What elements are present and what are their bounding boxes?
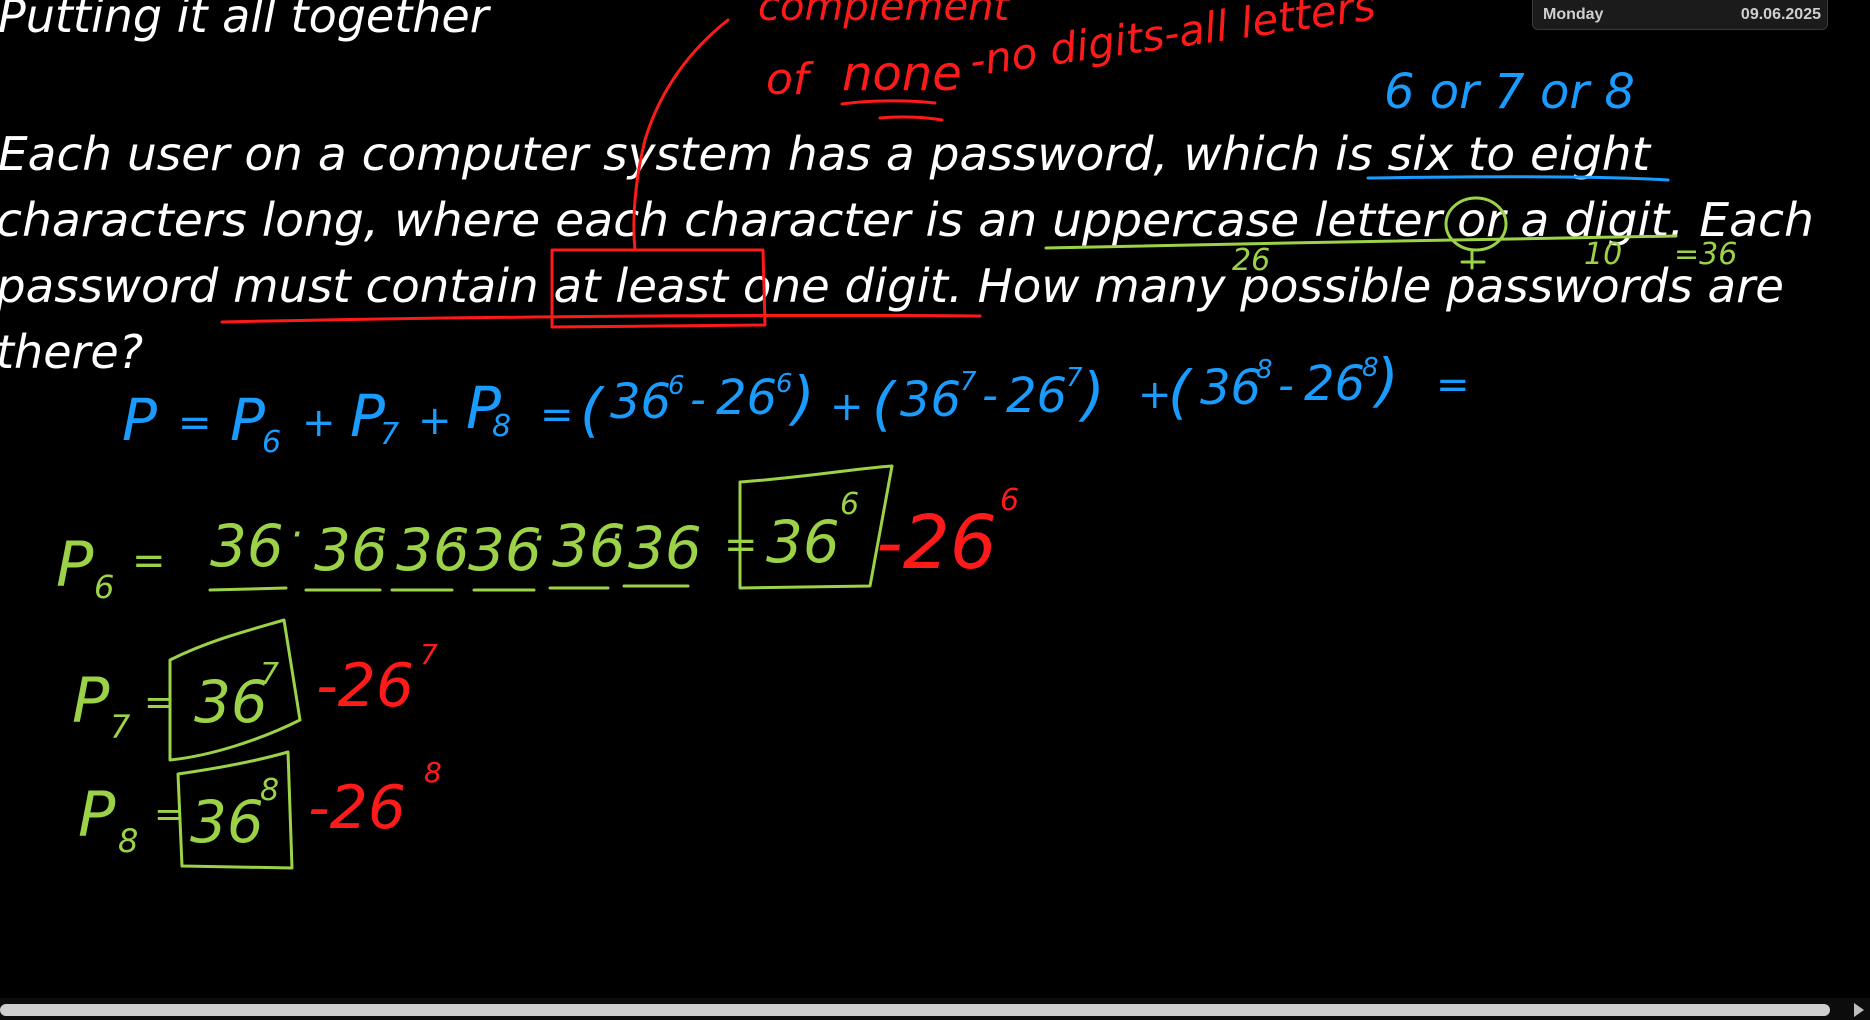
p6-slot-1: 36 bbox=[210, 512, 284, 580]
red-underline-requirement bbox=[220, 313, 982, 324]
formula-eq: = bbox=[178, 400, 212, 446]
green-count-letters: 26 bbox=[1232, 243, 1270, 278]
formula-close-3: ) bbox=[1372, 346, 1399, 414]
p6-label: P bbox=[56, 528, 94, 601]
date-label: 09.06.2025 bbox=[1740, 5, 1821, 23]
red-note-no-digits-all-letters: -no digits-all letters bbox=[967, 0, 1379, 86]
date-widget: Monday 09.06.2025 bbox=[1532, 0, 1828, 30]
formula-26-a: 26 bbox=[716, 370, 777, 426]
formula-plus-3: + bbox=[830, 384, 864, 430]
formula-minus-2: - bbox=[982, 370, 998, 421]
scroll-right-arrow-icon[interactable] bbox=[1854, 1003, 1864, 1017]
red-note-of: of bbox=[766, 54, 815, 105]
formula-36-a: 36 bbox=[610, 374, 671, 430]
slide-heading: Putting it all together bbox=[0, 0, 492, 43]
scrollbar-thumb[interactable] bbox=[0, 1004, 1830, 1016]
red-underline-none bbox=[840, 99, 937, 106]
formula-36-c: 36 bbox=[1200, 360, 1261, 416]
p6-dot-4: · bbox=[532, 516, 545, 562]
horizontal-scrollbar[interactable] bbox=[0, 998, 1870, 1020]
p6-label-sub: 6 bbox=[94, 568, 114, 606]
whiteboard-canvas[interactable]: Putting it all together Each user on a c… bbox=[0, 0, 1870, 1020]
formula-minus-1: - bbox=[690, 374, 706, 425]
ink-layer: Putting it all together Each user on a c… bbox=[0, 0, 1814, 870]
formula-close-1: ) bbox=[788, 364, 815, 432]
p7-label: P bbox=[72, 664, 110, 737]
p6-dot-2: · bbox=[374, 516, 387, 562]
p6-red-exp: 6 bbox=[1000, 483, 1019, 518]
p6-eq: = bbox=[132, 538, 166, 584]
formula-exp-7a: 7 bbox=[960, 367, 977, 397]
formula-minus-3: - bbox=[1278, 360, 1294, 411]
formula-26-c: 26 bbox=[1304, 356, 1365, 412]
formula-P8-sub: 8 bbox=[492, 409, 511, 444]
red-underline-none-2 bbox=[878, 115, 944, 122]
problem-line-1: Each user on a computer system has a pas… bbox=[0, 127, 1652, 181]
day-label: Monday bbox=[1543, 5, 1604, 23]
p6-dot-1: · bbox=[290, 512, 303, 558]
p6-red-26: -26 bbox=[876, 500, 997, 586]
formula-trailing-eq: = bbox=[1436, 362, 1470, 408]
formula-exp-6b: 6 bbox=[776, 369, 793, 399]
p8-red-part: -26 8 bbox=[308, 756, 442, 843]
p8-boxed-36: 36 bbox=[190, 788, 264, 856]
formula-open-1: ( bbox=[580, 376, 605, 444]
p6-slot-4: 36 bbox=[468, 516, 542, 584]
formula-P: P bbox=[122, 386, 157, 454]
problem-line-4: there? bbox=[0, 325, 143, 379]
p8-red-26: -26 bbox=[308, 773, 406, 843]
problem-line-3: password must contain at least one digit… bbox=[0, 259, 1784, 313]
formula-plus-2: + bbox=[418, 398, 452, 444]
p6-dot-3: · bbox=[452, 516, 465, 562]
formula-26-b: 26 bbox=[1006, 368, 1067, 424]
formula-P6-sub: 6 bbox=[262, 425, 281, 460]
blue-note-lengths: 6 or 7 or 8 bbox=[1384, 64, 1635, 120]
green-total-36: =36 bbox=[1674, 237, 1737, 272]
formula-exp-7b: 7 bbox=[1066, 363, 1083, 393]
p6-boxed-exp: 6 bbox=[840, 487, 859, 522]
formula-P7-sub: 7 bbox=[380, 417, 399, 452]
p7-label-sub: 7 bbox=[110, 708, 131, 746]
green-count-digits: 10 bbox=[1584, 237, 1622, 272]
p6-red-part: -26 6 bbox=[876, 483, 1019, 586]
formula-exp-8a: 8 bbox=[1256, 355, 1273, 385]
red-note-complement: complement bbox=[758, 0, 1010, 30]
p7-red-part: -26 7 bbox=[316, 638, 438, 721]
p8-label-sub: 8 bbox=[118, 822, 138, 860]
formula-eq-2: = bbox=[540, 392, 574, 438]
green-derivation-p7: P 7 = 36 7 bbox=[72, 657, 279, 746]
formula-plus-4: + bbox=[1138, 372, 1172, 418]
p7-red-26: -26 bbox=[316, 651, 414, 721]
formula-plus-1: + bbox=[302, 400, 336, 446]
formula-36-b: 36 bbox=[900, 372, 961, 428]
p8-label: P bbox=[78, 778, 116, 851]
formula-open-2: ( bbox=[872, 370, 897, 438]
p7-red-exp: 7 bbox=[420, 638, 438, 671]
p6-slot-6: 36 bbox=[628, 514, 702, 582]
p7-boxed-exp: 7 bbox=[260, 657, 279, 692]
formula-exp-6a: 6 bbox=[668, 371, 685, 401]
formula-open-3: ( bbox=[1168, 358, 1193, 426]
p8-red-exp: 8 bbox=[424, 756, 442, 789]
formula-close-2: ) bbox=[1078, 360, 1105, 428]
p6-slot-underlines bbox=[208, 584, 690, 592]
p7-boxed-36: 36 bbox=[194, 668, 268, 736]
p6-dot-5: · bbox=[610, 514, 623, 560]
p6-boxed-36: 36 bbox=[766, 508, 840, 576]
formula-P6: P bbox=[230, 386, 265, 454]
red-note-none: none bbox=[842, 46, 962, 102]
p8-boxed-exp: 8 bbox=[260, 773, 279, 808]
blue-formula: P = P 6 + P 7 + P 8 = ( 36 6 - 26 6 ) + … bbox=[122, 346, 1470, 460]
